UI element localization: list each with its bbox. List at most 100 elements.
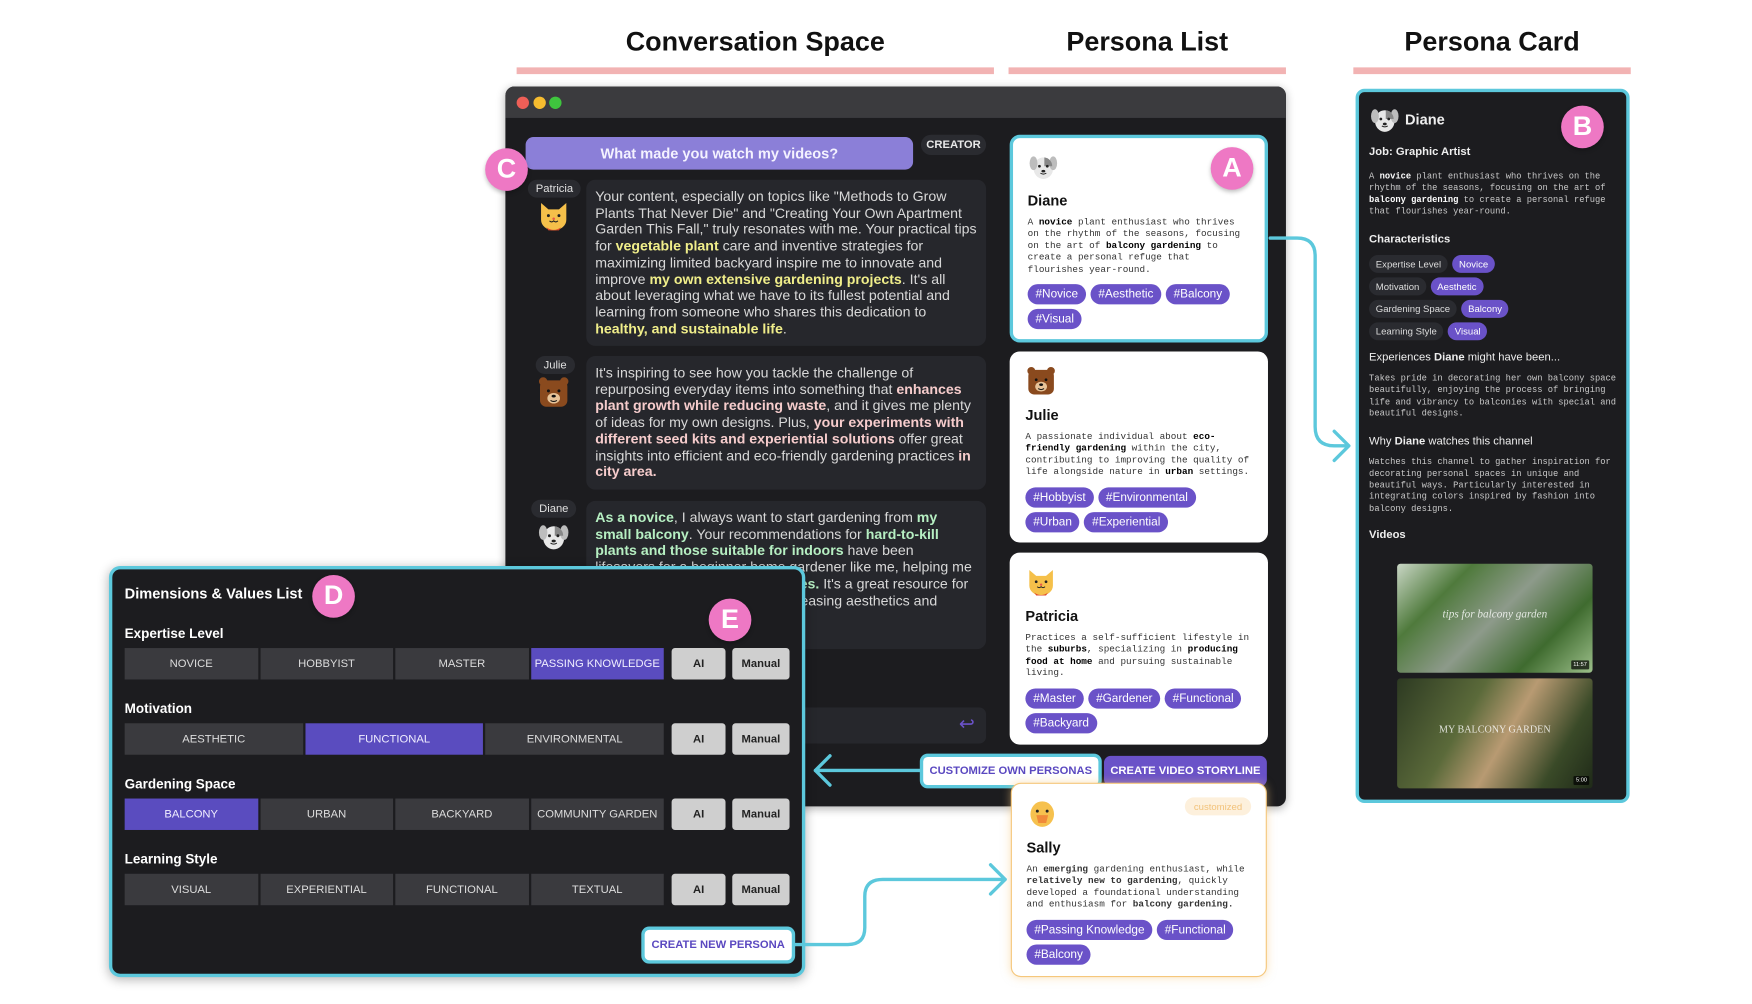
persona-card-panel: Diane Job: Graphic Artist A novice plant… [1355,88,1630,804]
message-bubble: It's inspiring to see how you tackle the… [586,356,987,490]
dimension-value-option[interactable]: MASTER [395,648,529,680]
video-thumbnail[interactable]: tips for balcony garden 11:57 [1397,563,1593,673]
characteristic-key: Expertise Level [1369,255,1448,274]
highlighted-text: novice [1379,172,1412,182]
dimension-value-option[interactable]: TEXTUAL [530,873,664,906]
characteristics-list: Expertise Level Novice Motivation Aesthetic… [1369,255,1616,341]
dimension-value-option[interactable]: BACKYARD [395,798,529,830]
dimension-label: Motivation [124,700,193,717]
persona-tag: #Gardener [1088,688,1161,709]
dimension-value-option[interactable]: BALCONY [124,798,258,830]
dimension-value-option[interactable]: PASSING KNOWLEDGE [530,648,664,680]
text-segment: might have been... [1464,351,1561,365]
create-new-persona-button[interactable]: CREATE NEW PERSONA [641,926,796,964]
persona-tag: #Aesthetic [1090,284,1162,305]
text-segment: . [782,320,787,337]
characteristic-key: Gardening Space [1369,300,1457,319]
persona-tags: #Master #Gardener #Functional #Backyard [1025,688,1252,733]
persona-description: Practices a self-sufficient lifestyle in… [1025,633,1252,680]
question-prompt[interactable]: What made you watch my videos? [525,137,914,170]
cat-icon [537,199,571,233]
characteristic-row: Expertise Level Novice [1369,255,1616,274]
text-segment: An [1026,864,1044,875]
dimension-value-option[interactable]: COMMUNITY GARDEN [530,798,664,830]
persona-tag: #Functional [1164,688,1242,709]
section-underline [1008,67,1286,75]
dimension-value-option[interactable]: EXPERIENTIAL [259,873,394,906]
persona-card-sally[interactable]: customized Sally An emerging gardening e… [1010,782,1267,978]
ai-button[interactable]: AI [671,798,726,830]
annotation-badge-b: B [1561,105,1604,149]
creator-label: CREATOR [920,134,987,155]
highlighted-text: balcony gardening. [1132,899,1234,910]
persona-card-julie[interactable]: Julie A passionate individual about eco-… [1009,351,1268,543]
persona-tags: #Novice #Aesthetic #Balcony #Visual [1027,284,1250,330]
why-text: Watches this channel to gather inspirati… [1369,458,1611,514]
dimension-value-selector: BALCONY URBAN BACKYARD COMMUNITY GARDEN [124,798,664,830]
persona-tag: #Balcony [1026,944,1091,965]
experiences-text: Takes pride in decorating her own balcon… [1369,375,1617,420]
dimension-value-option[interactable]: ENVIRONMENTAL [485,723,664,755]
experiences-heading: Experiences Diane might have been... [1369,352,1616,364]
dimension-value-option[interactable]: VISUAL [124,873,258,906]
minimize-window-button[interactable] [533,96,546,109]
persona-tag: #Passing Knowledge [1026,919,1153,940]
persona-description: A novice plant enthusiast who thrives on… [1028,218,1250,276]
manual-button[interactable]: Manual [732,648,790,680]
persona-card-patricia[interactable]: Patricia Practices a self-sufficient lif… [1009,552,1268,745]
manual-button[interactable]: Manual [732,723,790,755]
arrow-to-new-persona [793,863,1007,947]
manual-button[interactable]: Manual [732,798,790,830]
persona-description: A passionate individual about eco-friend… [1025,432,1252,479]
characteristic-value: Visual [1448,322,1488,341]
persona-tag: #Environmental [1098,487,1196,508]
ai-button[interactable]: AI [671,723,726,755]
dimension-value-option[interactable]: NOVICE [124,648,258,680]
characteristic-key: Motivation [1369,277,1427,296]
ai-button[interactable]: AI [671,873,726,906]
dimension-value-option[interactable]: AESTHETIC [124,723,303,755]
dimension-label: Expertise Level [124,625,224,642]
persona-name: Diane [1404,110,1445,128]
highlighted-text: suburbs [1047,645,1087,656]
arrowhead [1332,429,1351,463]
text-segment: A [1027,217,1039,228]
highlighted-text: urban [1165,467,1194,478]
persona-name: Sally [1026,838,1061,856]
dimension-value-option[interactable]: HOBBYIST [259,648,394,680]
close-window-button[interactable] [516,96,529,109]
persona-tag: #Functional [1156,919,1234,940]
dimension-value-option[interactable]: FUNCTIONAL [305,723,484,755]
dimension-value-option[interactable]: FUNCTIONAL [395,873,529,906]
why-heading: Why Diane watches this channel [1369,436,1616,448]
dimension-label: Learning Style [124,851,218,868]
dimension-value-selector: AESTHETIC FUNCTIONAL ENVIRONMENTAL [124,723,664,755]
text-segment: settings. [1193,467,1250,478]
highlighted-text: my own extensive gardening projects [649,271,902,287]
persona-name: Julie [1025,406,1059,424]
dimension-value-option[interactable]: URBAN [259,798,394,830]
persona-description: A novice plant enthusiast who thrives on… [1369,172,1616,218]
highlighted-text: relatively new to gardening [1026,876,1178,887]
text-segment: It's inspiring to see how you tackle the… [595,365,914,398]
highlighted-text: Diane [1433,351,1465,365]
characteristic-row: Gardening Space Balcony [1369,300,1616,319]
section-title-persona-list: Persona List [1066,26,1229,58]
ai-button[interactable]: AI [671,648,726,680]
maximize-window-button[interactable] [549,96,562,109]
videos-heading: Videos [1369,528,1406,542]
section-underline [516,67,994,75]
speaker-name: Patricia [527,179,582,198]
text-segment: watches this channel [1425,436,1533,449]
dimension-value-selector: NOVICE HOBBYIST MASTER PASSING KNOWLEDGE [124,648,664,680]
manual-button[interactable]: Manual [732,873,790,906]
persona-tag: #Backyard [1025,712,1097,733]
enter-icon[interactable]: ↩ [959,713,975,735]
video-thumbnail[interactable]: MY BALCONY GARDEN 5:00 [1397,678,1593,789]
characteristic-value: Novice [1452,255,1495,274]
panel-title: Dimensions & Values List [124,585,303,602]
dog-icon [1369,103,1400,134]
text-segment: gardening enthusiast, while [1088,864,1245,875]
create-video-storyline-button[interactable]: CREATE VIDEO STORYLINE [1104,755,1267,787]
characteristic-value: Balcony [1461,300,1509,319]
